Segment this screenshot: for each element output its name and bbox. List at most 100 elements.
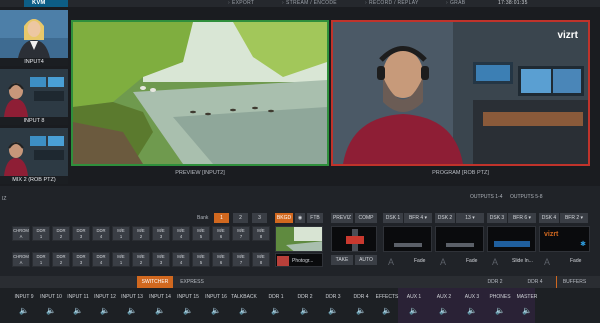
dsk4-preview[interactable]: vizrt ✱ bbox=[539, 226, 590, 252]
tbar-handle[interactable] bbox=[346, 236, 364, 244]
program-bus-button[interactable]: DDR 1 bbox=[32, 226, 50, 241]
menu-export[interactable]: › EXPORT bbox=[228, 0, 254, 7]
preview-monitor[interactable] bbox=[71, 20, 329, 166]
input-thumbnail-image bbox=[0, 69, 68, 117]
preview-bus-button[interactable]: DDR 4 bbox=[92, 252, 110, 267]
transition-preview[interactable] bbox=[275, 226, 323, 252]
speaker-icon[interactable]: 🔈 bbox=[458, 306, 486, 315]
preview-bus-button[interactable]: M/E 1 bbox=[112, 252, 130, 267]
program-bus-button[interactable]: M/E 3 bbox=[152, 226, 170, 241]
preview-bus-button[interactable]: M/E 2 bbox=[132, 252, 150, 267]
speaker-icon[interactable]: 🔈 bbox=[291, 306, 319, 315]
preview-bus-button[interactable]: M/E 3 bbox=[152, 252, 170, 267]
menu-grab[interactable]: › GRAB bbox=[446, 0, 465, 7]
speaker-icon[interactable]: 🔈 bbox=[430, 306, 458, 315]
vizrt-watermark: vizrt bbox=[557, 30, 578, 41]
dsk4-button[interactable]: DSK 4 bbox=[539, 213, 559, 223]
program-bus-button[interactable]: M/E 5 bbox=[192, 226, 210, 241]
preview-bus-button[interactable]: M/E 4 bbox=[172, 252, 190, 267]
outputs-5-8[interactable]: OUTPUTS 5-8 bbox=[510, 194, 543, 200]
speaker-icon[interactable]: 🔈 bbox=[10, 306, 38, 315]
speaker-icon[interactable]: 🔈 bbox=[319, 306, 347, 315]
program-bus-button[interactable]: DDR 4 bbox=[92, 226, 110, 241]
bank-3-button[interactable]: 3 bbox=[252, 213, 267, 223]
dsk4-source[interactable]: BFR 2 ▾ bbox=[560, 213, 588, 223]
menu-record[interactable]: › RECORD / REPLAY bbox=[365, 0, 419, 7]
speaker-icon[interactable]: 🔈 bbox=[64, 306, 92, 315]
dsk2-preview[interactable] bbox=[435, 226, 484, 252]
preview-bus-button[interactable]: DDR 3 bbox=[72, 252, 90, 267]
input-thumbnail-3[interactable]: MIX 2 (ROB PTZ) bbox=[0, 128, 68, 184]
tab-express[interactable]: EXPRESS bbox=[176, 276, 208, 288]
dsk1-source[interactable]: BFR 4 ▾ bbox=[404, 213, 432, 223]
take-button[interactable]: TAKE bbox=[331, 255, 353, 265]
tab-buffers[interactable]: BUFFERS bbox=[556, 276, 592, 288]
dsk2-source[interactable]: 13 ▾ bbox=[456, 213, 484, 223]
bkgd-button[interactable]: BKGD bbox=[275, 213, 293, 223]
audio-channel-label: AUX 2 bbox=[436, 294, 452, 300]
speaker-icon[interactable]: 🔈 bbox=[373, 306, 401, 315]
previz-button[interactable]: PREVIZ bbox=[331, 213, 353, 223]
program-bus-button[interactable]: M/E 1 bbox=[112, 226, 130, 241]
program-bus-button[interactable]: DDR 3 bbox=[72, 226, 90, 241]
dsk1-preview[interactable] bbox=[383, 226, 432, 252]
input-thumbnail-1[interactable]: INPUT4 bbox=[0, 10, 68, 66]
photo-thumbnail[interactable]: Photogr... bbox=[275, 253, 323, 267]
preview-bus-button[interactable]: CHROM A bbox=[12, 252, 30, 267]
speaker-icon[interactable]: 🔈 bbox=[174, 306, 202, 315]
dsk3-source[interactable]: BFR 6 ▾ bbox=[508, 213, 536, 223]
audio-channel-label: INPUT 11 bbox=[67, 294, 89, 300]
preview-bus-button-number: 6 bbox=[219, 260, 223, 265]
audio-channel-label: DDR 2 bbox=[297, 294, 313, 300]
speaker-icon[interactable]: 🔈 bbox=[486, 306, 514, 315]
menu-grab-label: GRAB bbox=[449, 0, 466, 6]
speaker-icon[interactable]: 🔈 bbox=[37, 306, 65, 315]
speaker-icon[interactable]: 🔈 bbox=[202, 306, 230, 315]
speaker-icon[interactable]: 🔈 bbox=[146, 306, 174, 315]
speaker-icon[interactable]: 🔈 bbox=[513, 306, 541, 315]
dsk3-preview[interactable] bbox=[487, 226, 536, 252]
dsk1-fade[interactable]: Fade bbox=[414, 258, 425, 264]
dsk1-button[interactable]: DSK 1 bbox=[383, 213, 403, 223]
speaker-icon[interactable]: 🔈 bbox=[262, 306, 290, 315]
preview-bus-button[interactable]: M/E 6 bbox=[212, 252, 230, 267]
program-bus-button[interactable]: M/E 2 bbox=[132, 226, 150, 241]
speaker-icon[interactable]: 🔈 bbox=[91, 306, 119, 315]
preview-bus-button[interactable]: M/E 5 bbox=[192, 252, 210, 267]
speaker-icon[interactable]: 🔈 bbox=[347, 306, 375, 315]
bank-1-button[interactable]: 1 bbox=[214, 213, 229, 223]
speaker-icon[interactable]: 🔈 bbox=[118, 306, 146, 315]
program-bus-button[interactable]: M/E 6 bbox=[212, 226, 230, 241]
speaker-icon[interactable]: 🔈 bbox=[400, 306, 428, 315]
dsk3-button[interactable]: DSK 3 bbox=[487, 213, 507, 223]
preview-bus-button[interactable]: M/E 7 bbox=[232, 252, 250, 267]
tab-ddr2[interactable]: DDR 2 bbox=[480, 276, 510, 288]
dsk3-slide-in[interactable]: Slide In... bbox=[512, 258, 533, 264]
tbar-panel[interactable] bbox=[331, 226, 377, 252]
input-thumbnail-2[interactable]: INPUT 8 bbox=[0, 69, 68, 125]
audio-channel-label: DDR 1 bbox=[268, 294, 284, 300]
auto-button[interactable]: AUTO bbox=[355, 255, 377, 265]
ftb-button[interactable]: FTB bbox=[307, 213, 323, 223]
dsk4-fade[interactable]: Fade bbox=[570, 258, 581, 264]
bank-2-button[interactable]: 2 bbox=[233, 213, 248, 223]
program-bus-button[interactable]: M/E 8 bbox=[252, 226, 270, 241]
outputs-1-4[interactable]: OUTPUTS 1-4 bbox=[470, 194, 503, 200]
dsk2-fade[interactable]: Fade bbox=[466, 258, 477, 264]
program-bus-button[interactable]: M/E 4 bbox=[172, 226, 190, 241]
program-bus-button[interactable]: DDR 2 bbox=[52, 226, 70, 241]
eye-icon[interactable]: ◉ bbox=[295, 213, 305, 223]
comp-button[interactable]: COMP bbox=[355, 213, 377, 223]
preview-bus-button[interactable]: DDR 1 bbox=[32, 252, 50, 267]
program-monitor[interactable]: vizrt bbox=[331, 20, 590, 166]
dsk2-button[interactable]: DSK 2 bbox=[435, 213, 455, 223]
preview-bus-button[interactable]: DDR 2 bbox=[52, 252, 70, 267]
preview-bus-button[interactable]: M/E 8 bbox=[252, 252, 270, 267]
program-bus-button[interactable]: M/E 7 bbox=[232, 226, 250, 241]
tab-ddr4[interactable]: DDR 4 bbox=[520, 276, 550, 288]
speaker-icon[interactable]: 🔈 bbox=[230, 306, 258, 315]
program-bus-button[interactable]: CHROM A bbox=[12, 226, 30, 241]
menu-stream[interactable]: › STREAM / ENCODE bbox=[282, 0, 337, 7]
tab-switcher[interactable]: SWITCHER bbox=[137, 276, 173, 288]
program-bus-button-number: 4 bbox=[99, 234, 103, 239]
